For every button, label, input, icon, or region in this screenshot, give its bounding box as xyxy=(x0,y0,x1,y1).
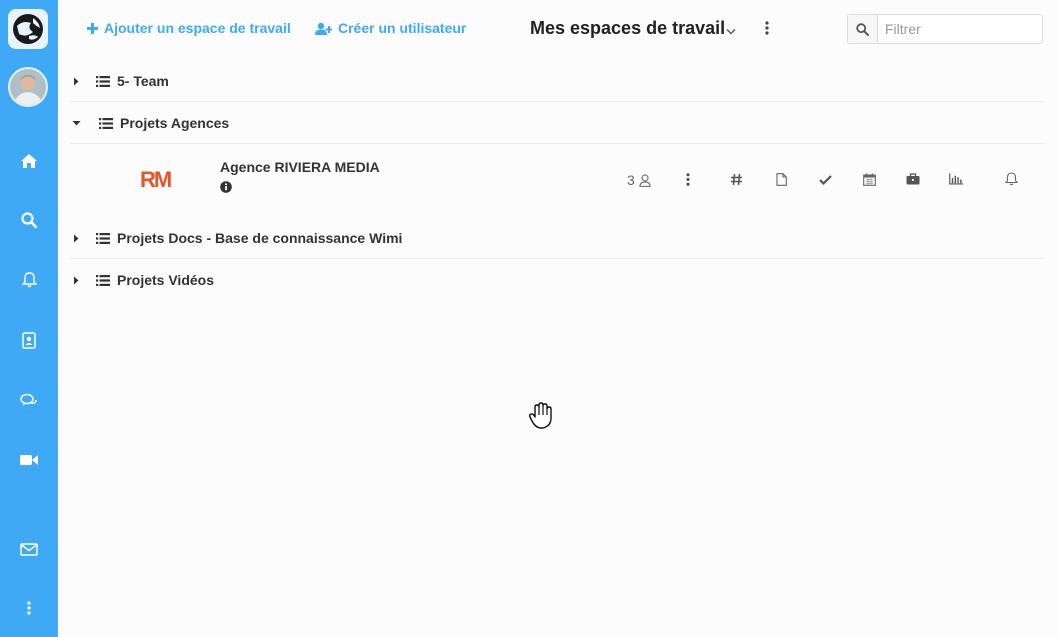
user-icon xyxy=(639,173,651,187)
nav-video[interactable] xyxy=(17,448,41,472)
group-label: Projets Docs - Base de connaissance Wimi xyxy=(117,230,403,246)
nav-contacts[interactable] xyxy=(17,328,41,352)
add-workspace-label: Ajouter un espace de travail xyxy=(104,20,291,36)
briefcase-icon xyxy=(906,173,920,185)
add-workspace-button[interactable]: Ajouter un espace de travail xyxy=(87,20,291,36)
contacts-icon xyxy=(22,331,36,349)
workspace-group-projets-agences[interactable]: Projets Agences xyxy=(70,105,1044,141)
page-title: Mes espaces de travail xyxy=(530,18,726,38)
workspace-group-team[interactable]: 5- Team xyxy=(70,63,1044,99)
nav-more[interactable] xyxy=(17,596,41,620)
row-divider xyxy=(70,143,1044,144)
add-user-icon xyxy=(315,22,332,35)
bell-icon xyxy=(21,272,37,288)
search-icon xyxy=(856,22,869,36)
list-icon xyxy=(96,274,110,286)
chat-icon xyxy=(20,393,37,406)
checkmark-icon xyxy=(818,174,832,185)
nav-mail[interactable] xyxy=(17,537,41,561)
nav-home[interactable] xyxy=(17,149,41,173)
more-vertical-icon xyxy=(765,21,769,35)
more-vertical-icon xyxy=(27,601,31,615)
mail-icon xyxy=(20,542,38,556)
title-dropdown-toggle[interactable] xyxy=(726,22,736,40)
group-label: 5- Team xyxy=(117,73,169,89)
workspace-name[interactable]: Agence RIVIERA MEDIA xyxy=(220,159,380,175)
create-user-label: Créer un utilisateur xyxy=(338,20,467,36)
hashtag-icon xyxy=(730,173,742,185)
workspace-projects-button[interactable] xyxy=(906,172,920,186)
workspace-stats-button[interactable] xyxy=(949,172,963,186)
caret-down-icon[interactable] xyxy=(70,117,82,129)
caret-right-icon[interactable] xyxy=(70,232,82,244)
workspace-calendar-button[interactable] xyxy=(862,172,876,186)
globe-logo-icon xyxy=(13,14,43,44)
group-label: Projets Agences xyxy=(120,115,230,131)
title-options-button[interactable] xyxy=(765,21,769,40)
workspace-group-projets-videos[interactable]: Projets Vidéos xyxy=(70,262,1044,298)
filter-search-button[interactable] xyxy=(848,15,878,43)
list-icon xyxy=(96,75,110,87)
user-photo-icon xyxy=(10,69,46,105)
row-divider xyxy=(70,258,1044,259)
nav-chat[interactable] xyxy=(17,388,41,412)
calendar-icon xyxy=(862,173,876,186)
filter-search-box xyxy=(847,14,1043,44)
create-user-button[interactable]: Créer un utilisateur xyxy=(315,20,466,36)
nav-notifications[interactable] xyxy=(17,268,41,292)
workspace-channels-button[interactable] xyxy=(729,172,743,186)
chevron-down-icon xyxy=(726,29,736,35)
top-toolbar: Ajouter un espace de travail Créer un ut… xyxy=(58,0,1058,58)
filter-input[interactable] xyxy=(878,15,1042,43)
more-vertical-icon xyxy=(686,172,690,186)
member-count-value: 3 xyxy=(627,172,635,188)
list-icon xyxy=(99,117,113,129)
workspace-logo: RM xyxy=(140,167,172,192)
app-logo[interactable] xyxy=(8,9,48,49)
document-icon xyxy=(775,172,787,186)
sidebar xyxy=(0,0,58,637)
row-divider xyxy=(70,101,1044,102)
workspace-options-button[interactable] xyxy=(681,172,695,186)
caret-right-icon[interactable] xyxy=(70,75,82,87)
workspace-documents-button[interactable] xyxy=(774,172,788,186)
nav-search[interactable] xyxy=(17,208,41,232)
bar-chart-icon xyxy=(949,173,963,185)
bell-icon xyxy=(1004,172,1018,186)
group-label: Projets Vidéos xyxy=(117,272,215,288)
main-content: Ajouter un espace de travail Créer un ut… xyxy=(58,0,1058,637)
video-icon xyxy=(20,455,38,465)
workspace-notifications-button[interactable] xyxy=(1004,172,1018,186)
member-count[interactable]: 3 xyxy=(627,172,651,188)
workspace-info-button[interactable] xyxy=(220,180,232,198)
search-icon xyxy=(21,212,37,228)
list-icon xyxy=(96,232,110,244)
user-avatar[interactable] xyxy=(8,67,48,107)
grab-cursor-icon xyxy=(528,402,554,435)
workspace-tasks-button[interactable] xyxy=(818,172,832,186)
workspace-row-agence-riviera-media[interactable]: RM Agence RIVIERA MEDIA 3 xyxy=(58,147,1044,209)
workspace-group-projets-docs[interactable]: Projets Docs - Base de connaissance Wimi xyxy=(70,220,1044,256)
home-icon xyxy=(21,154,37,168)
info-icon xyxy=(220,181,232,193)
caret-right-icon[interactable] xyxy=(70,274,82,286)
plus-icon xyxy=(87,22,98,34)
